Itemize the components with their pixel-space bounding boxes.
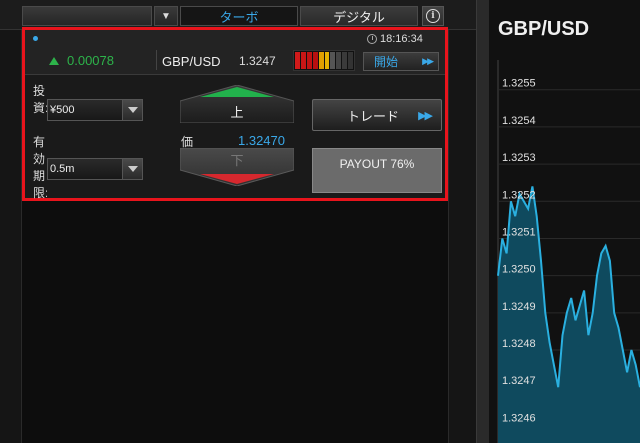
- tab-digital[interactable]: デジタル: [300, 6, 418, 26]
- chart-canvas: 1.3255 1.3254 1.3253 1.3252 1.3251 1.3250 1.32…: [497, 60, 640, 443]
- period-select[interactable]: 0.5m: [47, 158, 143, 180]
- down-button[interactable]: 下: [179, 147, 295, 187]
- start-label: 開始: [374, 55, 399, 69]
- app-root: ▼ ターボ デジタル i 18:16:34 0.00078 GBP/USD 1.…: [0, 0, 640, 443]
- series-area: [498, 186, 640, 443]
- price-value: 1.32470: [238, 133, 285, 148]
- trade-label: トレード: [347, 108, 400, 124]
- payout-label: PAYOUT 76%: [339, 157, 415, 171]
- meter-bar: [348, 52, 354, 69]
- arrow-up-icon: [49, 56, 59, 65]
- y-tick-label: 1.3248: [502, 338, 536, 350]
- meter-bar: [318, 52, 324, 69]
- double-arrow-icon: ▶▶: [418, 109, 433, 122]
- info-button[interactable]: i: [422, 6, 444, 26]
- left-edge: [0, 30, 22, 443]
- current-rate: 1.3247: [239, 54, 276, 68]
- price-chart[interactable]: 1.3255 1.3254 1.3253 1.3252 1.3251 1.3250 1.32…: [490, 0, 640, 443]
- chevron-down-icon[interactable]: ▼: [154, 6, 178, 26]
- price-change: 0.00078: [49, 53, 114, 68]
- period-value: 0.5m: [50, 163, 75, 175]
- meter-bar: [300, 52, 306, 69]
- y-tick-label: 1.3254: [502, 115, 536, 127]
- right-edge: [448, 30, 476, 443]
- info-icon: i: [426, 9, 440, 23]
- start-button[interactable]: 開始 ▶▶: [363, 52, 439, 71]
- y-tick-label: 1.3249: [502, 301, 536, 313]
- y-tick-label: 1.3252: [502, 189, 536, 201]
- trade-button[interactable]: トレード ▶▶: [312, 99, 442, 131]
- price-change-value: 0.00078: [67, 53, 114, 68]
- panel-divider[interactable]: [476, 0, 490, 443]
- y-tick-label: 1.3251: [502, 226, 536, 238]
- y-tick-label: 1.3255: [502, 78, 536, 90]
- up-label: 上: [230, 104, 244, 120]
- trade-panel: 18:16:34 0.00078 GBP/USD 1.3247 開始 ▶▶ 投資…: [22, 27, 448, 201]
- meter-bar: [312, 52, 318, 69]
- meter-bar: [324, 52, 330, 69]
- meter-bar: [306, 52, 312, 69]
- status-dot-icon: [33, 36, 38, 41]
- clock: 18:16:34: [367, 33, 423, 45]
- up-button[interactable]: 上: [179, 84, 295, 124]
- y-tick-label: 1.3246: [502, 412, 536, 424]
- investment-label: 投資:: [33, 84, 49, 115]
- clock-time: 18:16:34: [380, 33, 423, 45]
- currency-pair: GBP/USD: [162, 54, 221, 69]
- divider: [156, 50, 157, 70]
- chevron-down-icon[interactable]: [122, 100, 142, 120]
- investment-value: ¥500: [50, 104, 75, 116]
- tab-turbo[interactable]: ターボ: [180, 6, 298, 26]
- y-tick-label: 1.3247: [502, 375, 536, 387]
- clock-icon: [367, 34, 377, 44]
- period-label: 有効期限:: [33, 135, 47, 200]
- payout-display: PAYOUT 76%: [312, 148, 442, 193]
- double-arrow-icon: ▶▶: [422, 56, 434, 66]
- investment-select[interactable]: ¥500: [47, 99, 143, 121]
- panel-header: 18:16:34 0.00078 GBP/USD 1.3247 開始 ▶▶: [25, 30, 445, 75]
- chevron-down-icon[interactable]: [122, 159, 142, 179]
- meter-bar: [342, 52, 348, 69]
- y-tick-label: 1.3253: [502, 152, 536, 164]
- product-select[interactable]: [22, 6, 152, 26]
- meter-bar: [336, 52, 342, 69]
- meter-bar: [295, 52, 300, 69]
- top-tab-bar: ▼ ターボ デジタル i: [0, 0, 476, 30]
- chart-title: GBP/USD: [498, 18, 590, 40]
- down-label: 下: [230, 152, 244, 168]
- y-tick-label: 1.3250: [502, 264, 536, 276]
- sentiment-meter: [293, 50, 355, 71]
- meter-bar: [330, 52, 336, 69]
